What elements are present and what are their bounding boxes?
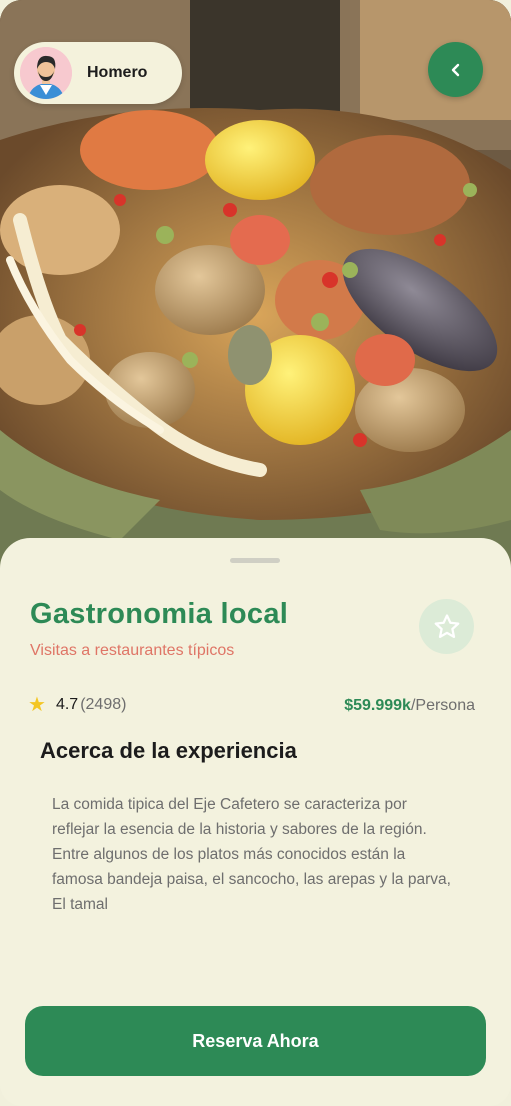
rating: ★ 4.7 (2498) bbox=[28, 695, 126, 715]
rating-value: 4.7 bbox=[55, 696, 79, 713]
details-sheet: Gastronomia local Visitas a restaurantes… bbox=[0, 538, 511, 1106]
chevron-left-icon bbox=[451, 63, 459, 76]
about-heading: Acerca de la experiencia bbox=[40, 738, 297, 763]
favorite-button[interactable] bbox=[419, 599, 474, 654]
user-name: Homero bbox=[87, 64, 148, 81]
price-value: $59.999k bbox=[344, 697, 411, 714]
about-description: La comida tipica del Eje Cafetero se car… bbox=[52, 796, 451, 913]
drag-handle[interactable] bbox=[230, 558, 280, 563]
experience-subtitle: Visitas a restaurantes típicos bbox=[30, 642, 235, 659]
experience-title: Gastronomia local bbox=[30, 598, 289, 630]
reserve-button[interactable]: Reserva Ahora bbox=[25, 1006, 486, 1076]
back-button[interactable] bbox=[428, 42, 483, 97]
star-filled-icon: ★ bbox=[28, 694, 46, 716]
user-profile-chip[interactable]: Homero bbox=[14, 42, 182, 104]
rating-count: (2498) bbox=[80, 696, 127, 713]
star-outline-icon bbox=[434, 613, 459, 638]
price: $59.999k/Persona bbox=[344, 697, 475, 715]
avatar bbox=[20, 47, 72, 99]
user-avatar-icon bbox=[20, 47, 72, 99]
price-unit: /Persona bbox=[410, 697, 475, 714]
